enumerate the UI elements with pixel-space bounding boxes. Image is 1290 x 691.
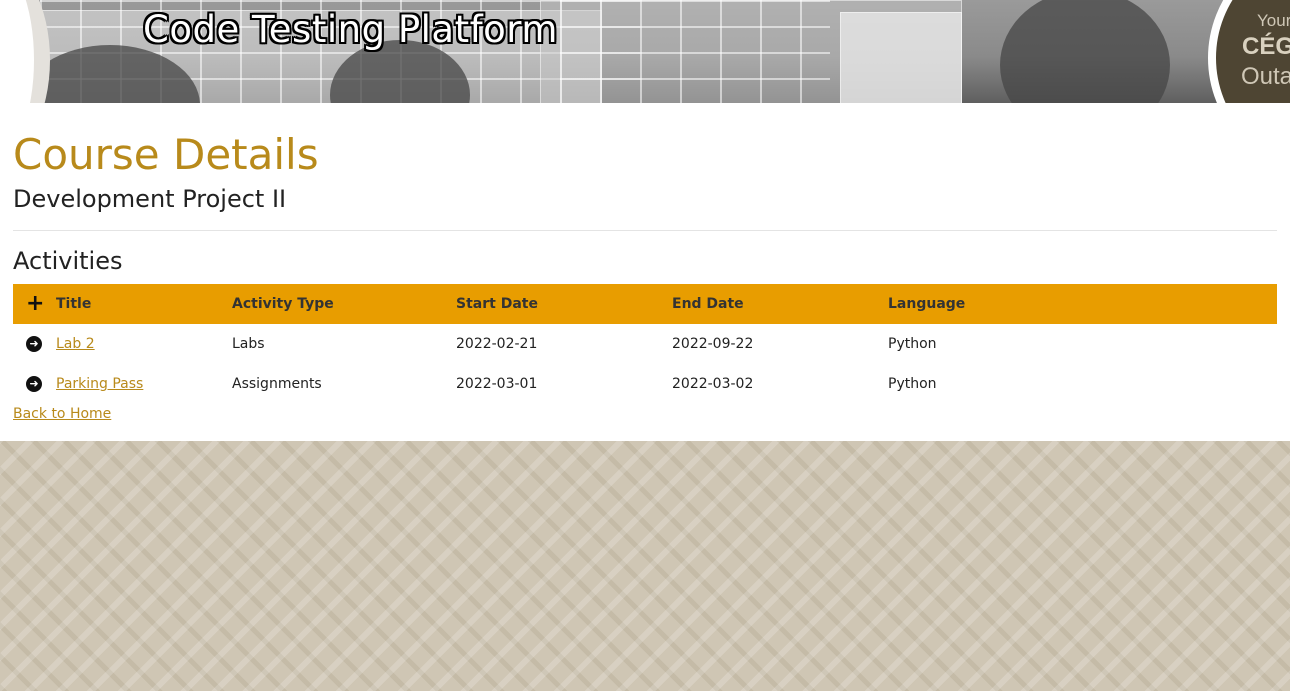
column-header-end-date: End Date xyxy=(672,296,744,312)
main-content: Course Details Development Project II Ac… xyxy=(0,103,1290,441)
table-header-row: + Title Activity Type Start Date End Dat… xyxy=(13,284,1277,324)
start-date-cell: 2022-02-21 xyxy=(456,336,538,352)
activity-link[interactable]: Lab 2 xyxy=(56,336,95,352)
course-name: Development Project II xyxy=(13,185,287,213)
banner-curve-inner xyxy=(0,0,34,103)
language-cell: Python xyxy=(888,376,937,392)
tree xyxy=(1000,0,1170,103)
column-header-title: Title xyxy=(56,296,92,312)
activities-heading: Activities xyxy=(13,247,123,275)
header-banner: Code Testing Platform Your CÉG Outa xyxy=(0,0,1290,103)
arrow-circle-right-icon[interactable]: ➜ xyxy=(26,376,42,392)
row-action-cell[interactable]: ➜ xyxy=(13,364,56,404)
start-date-cell: 2022-03-01 xyxy=(456,376,538,392)
column-header-language: Language xyxy=(888,296,966,312)
back-to-home-link[interactable]: Back to Home xyxy=(13,406,111,422)
column-header-activity-type: Activity Type xyxy=(232,296,334,312)
row-action-cell[interactable]: ➜ xyxy=(13,324,56,364)
college-logo-text-3: Outa xyxy=(1241,63,1290,90)
college-logo-text-2: CÉG xyxy=(1242,33,1290,60)
add-activity-header[interactable]: + xyxy=(13,284,56,324)
site-title: Code Testing Platform xyxy=(143,8,558,51)
arrow-circle-right-icon[interactable]: ➜ xyxy=(26,336,42,352)
page-background-pattern xyxy=(0,441,1290,691)
column-header-start-date: Start Date xyxy=(456,296,538,312)
end-date-cell: 2022-09-22 xyxy=(672,336,754,352)
activities-table: + Title Activity Type Start Date End Dat… xyxy=(13,284,1277,404)
activity-type-cell: Assignments xyxy=(232,376,322,392)
page-title: Course Details xyxy=(13,130,319,179)
activity-title-cell: Lab 2 xyxy=(56,324,232,364)
building-block xyxy=(840,12,962,103)
college-logo-text-1: Your xyxy=(1257,11,1290,30)
end-date-cell: 2022-03-02 xyxy=(672,376,754,392)
activity-link[interactable]: Parking Pass xyxy=(56,376,143,392)
plus-icon[interactable]: + xyxy=(26,293,44,315)
table-row: ➜ Lab 2 Labs 2022-02-21 2022-09-22 Pytho… xyxy=(13,324,1277,364)
language-cell: Python xyxy=(888,336,937,352)
table-row: ➜ Parking Pass Assignments 2022-03-01 20… xyxy=(13,364,1277,404)
activity-title-cell: Parking Pass xyxy=(56,364,232,404)
activity-type-cell: Labs xyxy=(232,336,265,352)
divider xyxy=(13,230,1277,231)
window-grid-2 xyxy=(560,0,830,103)
